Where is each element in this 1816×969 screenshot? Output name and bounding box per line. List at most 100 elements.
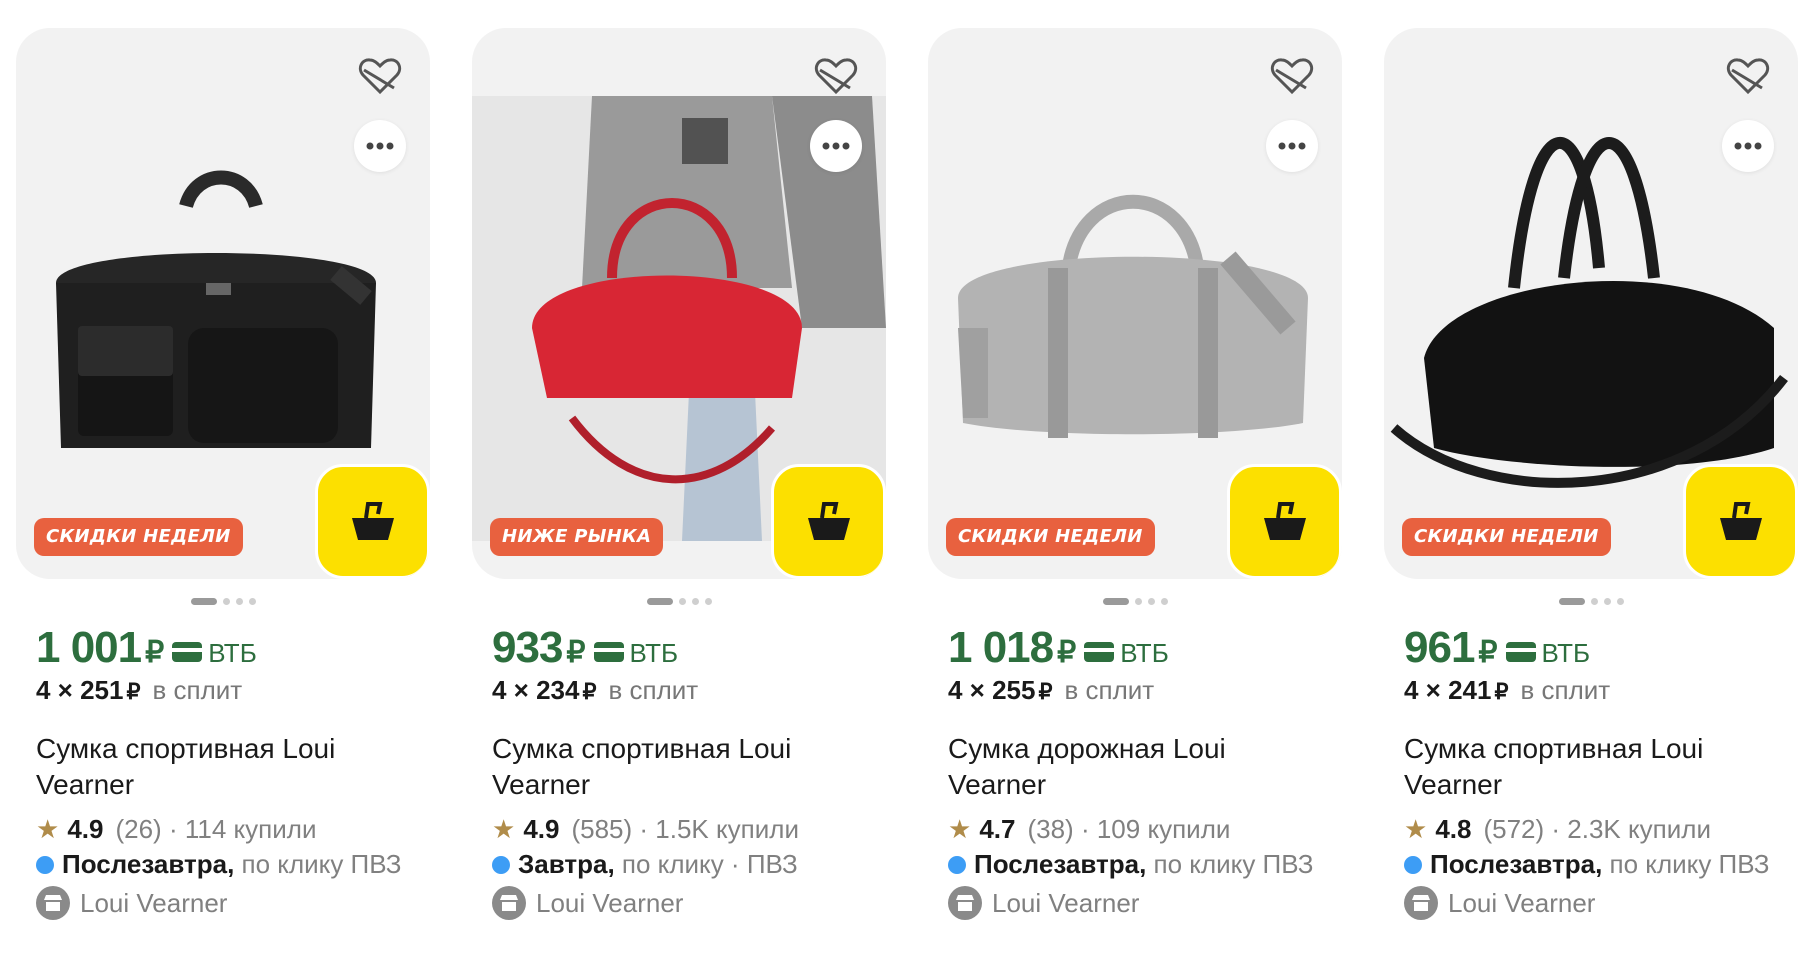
more-options-button[interactable] <box>354 120 406 172</box>
price-value: 961 <box>1404 623 1475 672</box>
seller-row[interactable]: Loui Vearner <box>36 885 430 921</box>
seller-row[interactable]: Loui Vearner <box>492 885 886 921</box>
price-row: 1 001 ₽ ВТБ <box>36 623 430 673</box>
rating-value: 4.7 <box>979 813 1016 844</box>
favorite-button[interactable] <box>1718 46 1778 106</box>
product-card[interactable]: СКИДКИ НЕДЕЛИ 961 ₽ ВТБ 4 × 241 ₽ в сплит … <box>1384 28 1798 921</box>
promo-badge: СКИДКИ НЕДЕЛИ <box>34 518 243 556</box>
cart-basket-icon <box>1263 501 1306 540</box>
seller-name: Loui Vearner <box>1448 887 1596 918</box>
more-options-button[interactable] <box>1266 120 1318 172</box>
bank-name: ВТБ <box>208 638 257 668</box>
star-icon: ★ <box>948 813 972 844</box>
image-carousel-dots <box>1384 597 1798 605</box>
split-currency: ₽ <box>126 679 141 704</box>
carousel-dot[interactable] <box>691 597 699 605</box>
split-payment[interactable]: 4 × 255 ₽ в сплит <box>948 675 1342 713</box>
more-dots-icon <box>366 142 394 150</box>
price-value: 933 <box>492 623 563 672</box>
delivery-info: Послезавтра, по клику ПВЗ <box>36 849 416 879</box>
carousel-dot[interactable] <box>1603 597 1611 605</box>
split-currency: ₽ <box>582 679 597 704</box>
star-icon: ★ <box>492 813 516 844</box>
carousel-dot[interactable] <box>1616 597 1624 605</box>
cart-basket-icon <box>351 501 394 540</box>
rating-value: 4.8 <box>1435 813 1472 844</box>
bought-count: · 109 купили <box>1080 813 1231 844</box>
product-card[interactable]: СКИДКИ НЕДЕЛИ 1 018 ₽ ВТБ 4 × 255 ₽ в спли… <box>928 28 1342 921</box>
split-payment[interactable]: 4 × 234 ₽ в сплит <box>492 675 886 713</box>
price-value: 1 018 <box>948 623 1054 672</box>
carousel-dot[interactable] <box>248 597 256 605</box>
product-image-area[interactable]: СКИДКИ НЕДЕЛИ <box>16 28 430 579</box>
product-image-area[interactable]: СКИДКИ НЕДЕЛИ <box>928 28 1342 579</box>
delivery-method: по клику ПВЗ <box>241 849 402 879</box>
carousel-dot[interactable] <box>1147 597 1155 605</box>
carousel-dot[interactable] <box>190 597 217 605</box>
split-payment[interactable]: 4 × 241 ₽ в сплит <box>1404 675 1798 713</box>
add-to-cart-button[interactable] <box>1227 464 1342 579</box>
carousel-dot[interactable] <box>1134 597 1142 605</box>
price-currency: ₽ <box>566 636 586 669</box>
carousel-dot[interactable] <box>678 597 686 605</box>
product-title[interactable]: Сумка дорожная Loui Vearner <box>948 731 1328 803</box>
seller-name: Loui Vearner <box>80 887 228 918</box>
favorite-button[interactable] <box>806 46 866 106</box>
image-carousel-dots <box>928 597 1342 605</box>
price-row: 933 ₽ ВТБ <box>492 623 886 673</box>
delivery-dot-icon <box>492 856 510 874</box>
image-carousel-dots <box>472 597 886 605</box>
bank-card-icon <box>593 642 624 662</box>
more-options-button[interactable] <box>1722 120 1774 172</box>
rating-row: ★ 4.9 (26) · 114 купили <box>36 811 430 847</box>
product-image-area[interactable]: НИЖЕ РЫНКА <box>472 28 886 579</box>
more-options-button[interactable] <box>810 120 862 172</box>
add-to-cart-button[interactable] <box>771 464 886 579</box>
carousel-dot[interactable] <box>222 597 230 605</box>
delivery-day: Послезавтра, <box>1430 849 1603 879</box>
add-to-cart-button[interactable] <box>1683 464 1798 579</box>
cart-basket-icon <box>807 501 850 540</box>
favorite-button[interactable] <box>350 46 410 106</box>
product-image-area[interactable]: СКИДКИ НЕДЕЛИ <box>1384 28 1798 579</box>
product-title[interactable]: Сумка спортивная Loui Vearner <box>492 731 872 803</box>
shop-icon <box>492 886 526 920</box>
image-carousel-dots <box>16 597 430 605</box>
favorite-button[interactable] <box>1262 46 1322 106</box>
product-card[interactable]: СКИДКИ НЕДЕЛИ 1 001 ₽ ВТБ 4 × 251 ₽ в спли… <box>16 28 430 921</box>
carousel-dot[interactable] <box>1160 597 1168 605</box>
carousel-dot[interactable] <box>1102 597 1129 605</box>
product-card[interactable]: НИЖЕ РЫНКА 933 ₽ ВТБ 4 × 234 ₽ в сплит Сум… <box>472 28 886 921</box>
split-payment[interactable]: 4 × 251 ₽ в сплит <box>36 675 430 713</box>
delivery-method: по клику · ПВЗ <box>621 849 798 879</box>
split-amount: 4 × 251 <box>36 675 124 705</box>
seller-row[interactable]: Loui Vearner <box>948 885 1342 921</box>
bought-count: · 2.3K купили <box>1551 813 1711 844</box>
bank-card-icon <box>1505 642 1536 662</box>
split-currency: ₽ <box>1494 679 1509 704</box>
product-title[interactable]: Сумка спортивная Loui Vearner <box>36 731 416 803</box>
bank-name: ВТБ <box>629 638 679 668</box>
bank-name: ВТБ <box>1541 638 1591 668</box>
carousel-dot[interactable] <box>704 597 712 605</box>
heart-icon <box>358 58 402 95</box>
carousel-dot[interactable] <box>646 597 673 605</box>
split-label: в сплит <box>1064 675 1155 705</box>
split-amount: 4 × 241 <box>1404 675 1492 705</box>
product-title[interactable]: Сумка спортивная Loui Vearner <box>1404 731 1784 803</box>
delivery-day: Послезавтра, <box>974 849 1147 879</box>
star-icon: ★ <box>1404 813 1428 844</box>
seller-name: Loui Vearner <box>536 887 684 918</box>
price-row: 1 018 ₽ ВТБ <box>948 623 1342 673</box>
add-to-cart-button[interactable] <box>315 464 430 579</box>
promo-badge: СКИДКИ НЕДЕЛИ <box>946 518 1155 556</box>
heart-icon <box>814 58 858 95</box>
carousel-dot[interactable] <box>1590 597 1598 605</box>
split-label: в сплит <box>1520 675 1611 705</box>
reviews-count: (572) <box>1483 813 1545 844</box>
carousel-dot[interactable] <box>1558 597 1585 605</box>
split-label: в сплит <box>152 675 243 705</box>
carousel-dot[interactable] <box>235 597 243 605</box>
seller-row[interactable]: Loui Vearner <box>1404 885 1798 921</box>
bank-name: ВТБ <box>1120 638 1169 668</box>
